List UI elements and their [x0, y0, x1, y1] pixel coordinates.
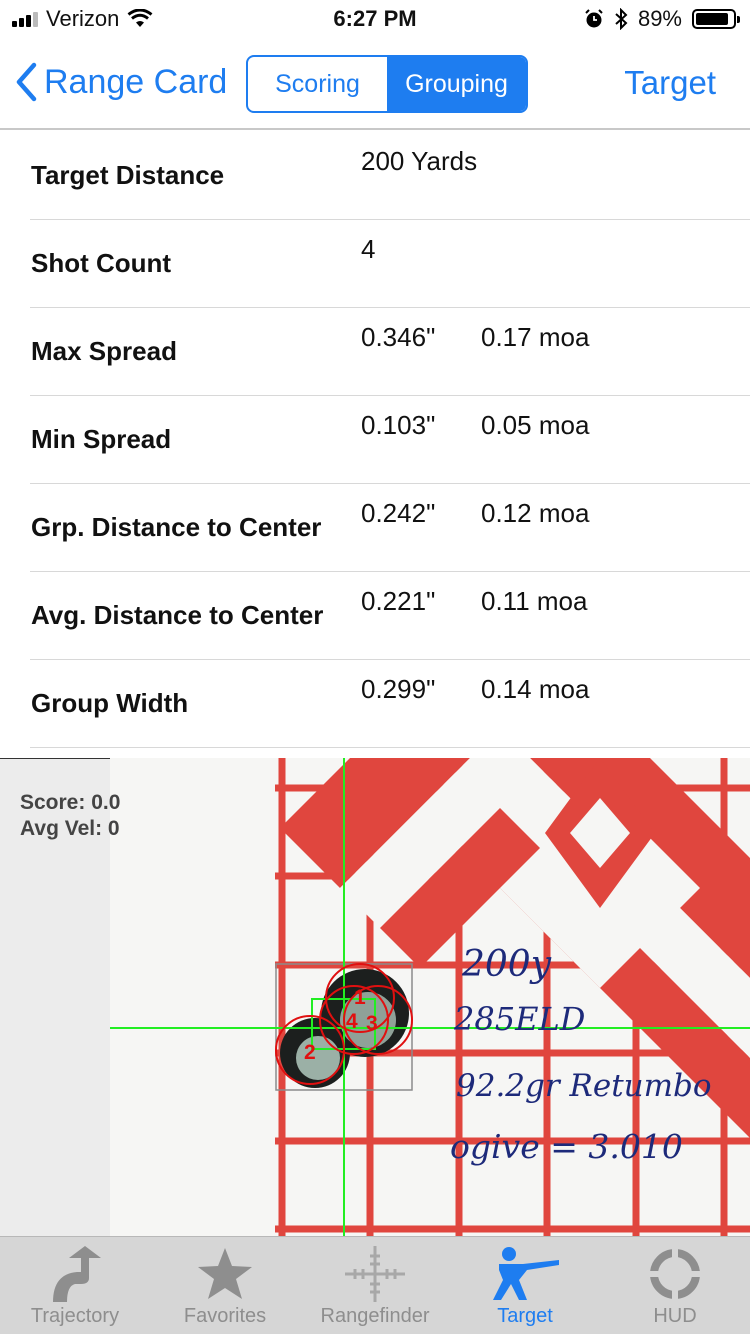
- status-bar: Verizon 6:27 PM 89%: [0, 0, 750, 40]
- tab-label: HUD: [653, 1305, 697, 1327]
- grouping-stats-table: Target Distance 200 Yards Shot Count 4 M…: [0, 132, 750, 748]
- tab-label: Target: [497, 1305, 553, 1327]
- shot-label: 1: [354, 986, 366, 1009]
- tab-bar: Trajectory Favorites Rangefinder Target …: [0, 1236, 750, 1334]
- note-line: ogive = 3.010: [450, 1127, 683, 1166]
- stat-row-group-distance-to-center: Grp. Distance to Center 0.242" 0.12 moa: [30, 484, 750, 572]
- shooter-icon: [493, 1247, 559, 1300]
- back-label: Range Card: [44, 62, 228, 101]
- tab-trajectory[interactable]: Trajectory: [0, 1237, 150, 1334]
- chevron-left-icon: [16, 62, 37, 102]
- target-button[interactable]: Target: [624, 64, 716, 102]
- star-icon: [198, 1248, 252, 1299]
- stat-label: Max Spread: [31, 336, 177, 366]
- avg-velocity-text: Avg Vel: 0: [20, 817, 120, 840]
- stat-row-min-spread: Min Spread 0.103" 0.05 moa: [30, 396, 750, 484]
- battery-percent: 89%: [637, 6, 682, 31]
- stat-value: 0.299": [361, 674, 436, 704]
- stat-value: 200 Yards: [361, 146, 478, 176]
- stat-value: 0.221": [361, 586, 436, 616]
- stat-moa: 0.05 moa: [481, 410, 590, 440]
- stat-label: Shot Count: [31, 248, 172, 278]
- segmented-control: Scoring Grouping: [246, 55, 528, 113]
- tab-favorites[interactable]: Favorites: [150, 1237, 300, 1334]
- stat-moa: 0.14 moa: [481, 674, 590, 704]
- target-photo[interactable]: 1 2 3 4 200y 285ELD 92.2gr Retumbo ogive…: [110, 758, 750, 1236]
- shot-label: 4: [346, 1010, 358, 1033]
- stat-row-group-width: Group Width 0.299" 0.14 moa: [30, 660, 750, 748]
- tab-label: Trajectory: [30, 1305, 120, 1327]
- tab-rangefinder[interactable]: Rangefinder: [300, 1237, 450, 1334]
- stat-moa: 0.11 moa: [481, 586, 588, 616]
- segment-scoring[interactable]: Scoring: [248, 57, 387, 111]
- score-text: Score: 0.0: [20, 791, 121, 814]
- note-line: 92.2gr Retumbo: [456, 1068, 712, 1104]
- tab-label: Rangefinder: [320, 1305, 430, 1327]
- stat-moa: 0.17 moa: [481, 322, 590, 352]
- navigation-bar: Range Card Scoring Grouping Target: [0, 40, 750, 130]
- back-button[interactable]: Range Card: [14, 62, 227, 102]
- note-line: 285ELD: [453, 1000, 585, 1038]
- shot-label: 3: [366, 1012, 378, 1035]
- stat-row-avg-distance-to-center: Avg. Distance to Center 0.221" 0.11 moa: [30, 572, 750, 660]
- target-view[interactable]: Score: 0.0 Avg Vel: 0 1 2 3 4 200y 285EL…: [0, 758, 750, 1236]
- stat-row-shot-count: Shot Count 4: [30, 220, 750, 308]
- stat-value: 0.242": [361, 498, 436, 528]
- stat-row-max-spread: Max Spread 0.346" 0.17 moa: [30, 308, 750, 396]
- hud-icon: [649, 1248, 701, 1300]
- score-readout: Score: 0.0 Avg Vel: 0: [20, 790, 120, 842]
- stat-label: Target Distance: [31, 160, 225, 190]
- status-right: 89%: [584, 6, 740, 32]
- note-line: 200y: [461, 944, 552, 985]
- bluetooth-icon: [615, 8, 628, 30]
- stat-value: 0.103": [361, 410, 436, 440]
- stat-label: Grp. Distance to Center: [31, 512, 322, 542]
- tab-label: Favorites: [183, 1305, 267, 1327]
- segment-grouping[interactable]: Grouping: [387, 57, 526, 111]
- battery-icon: [692, 9, 740, 29]
- stat-value: 4: [361, 234, 376, 264]
- stat-moa: 0.12 moa: [481, 498, 590, 528]
- tab-hud[interactable]: HUD: [600, 1237, 750, 1334]
- trajectory-icon: [53, 1246, 101, 1302]
- alarm-icon: [585, 9, 603, 28]
- tab-target[interactable]: Target: [450, 1237, 600, 1334]
- crosshair-icon: [345, 1246, 405, 1302]
- stat-label: Avg. Distance to Center: [31, 600, 324, 630]
- shot-label: 2: [304, 1041, 316, 1064]
- stat-row-target-distance: Target Distance 200 Yards: [30, 132, 750, 220]
- stat-value: 0.346": [361, 322, 436, 352]
- stat-label: Min Spread: [31, 424, 172, 454]
- stat-label: Group Width: [31, 688, 189, 718]
